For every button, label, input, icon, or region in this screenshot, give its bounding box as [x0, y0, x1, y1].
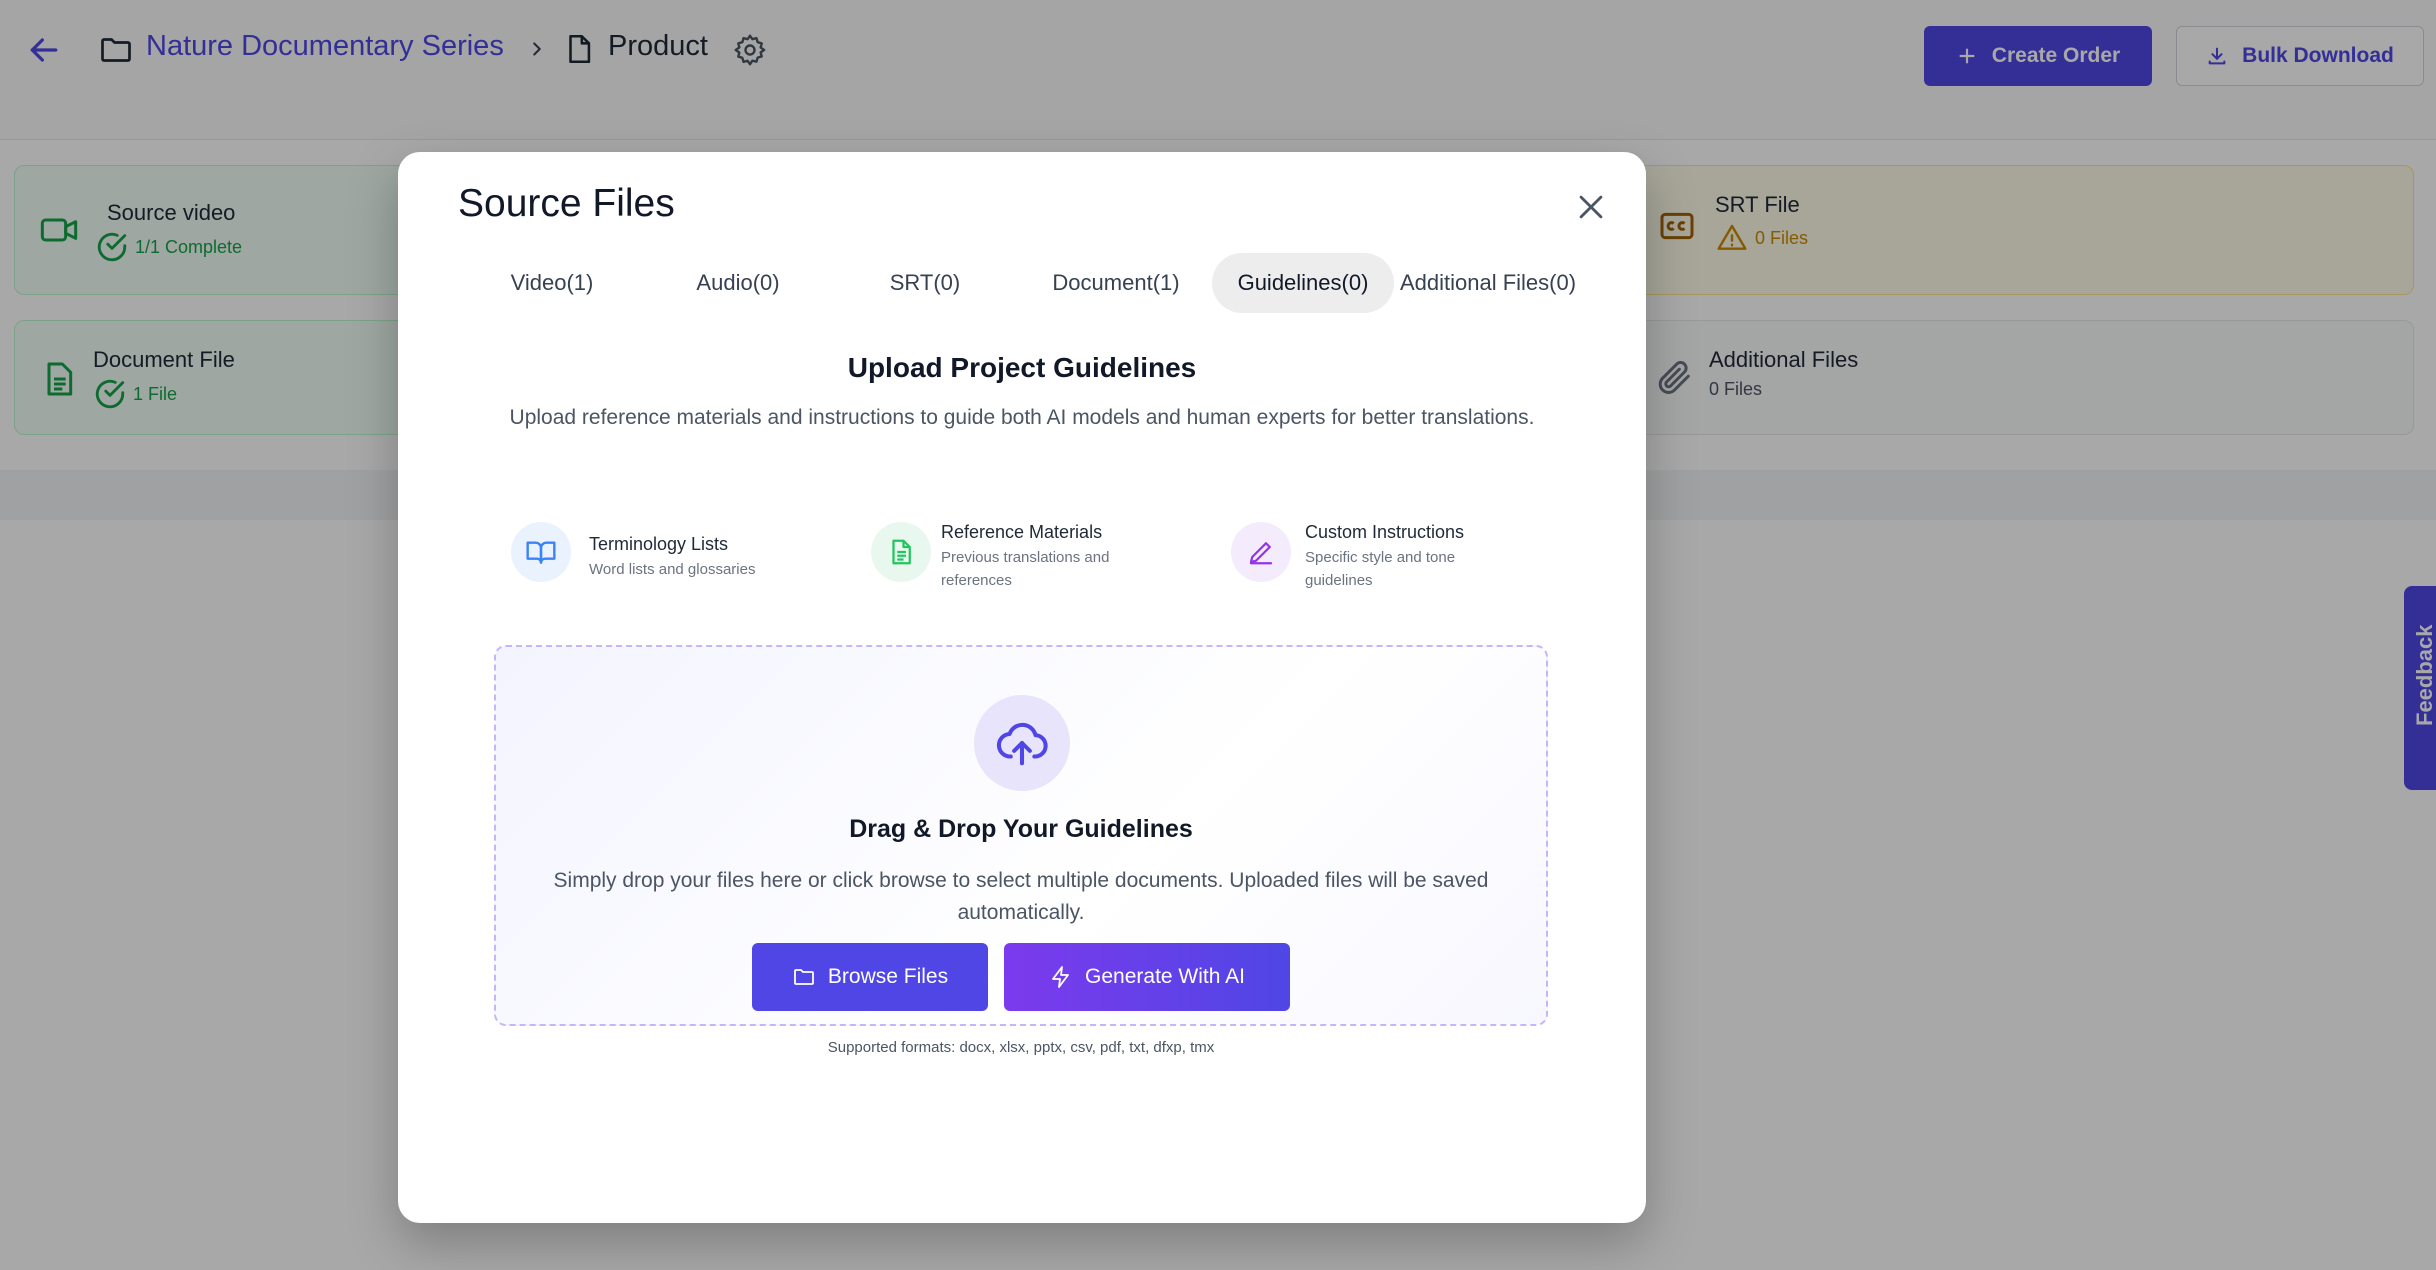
dropzone-description: Simply drop your files here or click bro… — [553, 869, 1489, 924]
feature-custom-instructions: Custom Instructions Specific style and t… — [1231, 522, 1551, 592]
cloud-upload-icon — [996, 722, 1048, 766]
feature-icon-circle — [511, 522, 571, 582]
browse-files-button[interactable]: Browse Files — [752, 943, 988, 1011]
tab-video[interactable]: Video(1) — [454, 253, 650, 313]
tab-audio[interactable]: Audio(0) — [640, 253, 836, 313]
tab-guidelines[interactable]: Guidelines(0) — [1212, 253, 1394, 313]
feature-icon-circle — [1231, 522, 1291, 582]
feature-terminology: Terminology Lists Word lists and glossar… — [511, 522, 831, 592]
upload-title: Upload Project Guidelines — [847, 352, 1197, 383]
document-icon — [892, 539, 911, 565]
feature-title: Terminology Lists — [589, 534, 729, 554]
dropzone-title: Drag & Drop Your Guidelines — [849, 815, 1193, 843]
feature-title: Reference Materials — [941, 522, 1103, 542]
upload-icon-circle — [974, 695, 1070, 791]
generate-with-ai-button[interactable]: Generate With AI — [1004, 943, 1290, 1011]
supported-formats: Supported formats: docx, xlsx, pptx, csv… — [827, 1039, 1215, 1056]
lightning-icon — [1052, 966, 1069, 988]
feature-description: Specific style and tone guidelines — [1305, 549, 1456, 589]
feature-description: Word lists and glossaries — [589, 561, 756, 578]
feature-title: Custom Instructions — [1305, 522, 1465, 542]
generate-with-ai-label: Generate With AI — [1085, 965, 1245, 988]
feature-icon-circle — [871, 522, 931, 582]
upload-description: Upload reference materials and instructi… — [509, 406, 1535, 429]
guidelines-dropzone[interactable]: Drag & Drop Your Guidelines Simply drop … — [494, 645, 1548, 1056]
modal-title: Source Files — [458, 182, 675, 225]
close-icon[interactable] — [1574, 190, 1608, 224]
file-type-tabs: Video(1) Audio(0) SRT(0) Document(1) Gui… — [454, 253, 1584, 313]
folder-icon — [793, 969, 814, 985]
book-open-icon — [526, 541, 556, 564]
pencil-icon — [1249, 542, 1273, 565]
tab-additional-files[interactable]: Additional Files(0) — [1390, 253, 1586, 313]
browse-files-label: Browse Files — [827, 965, 949, 988]
feature-description: Previous translations and references — [941, 549, 1110, 589]
tab-srt[interactable]: SRT(0) — [827, 253, 1023, 313]
source-files-modal: Source Files Video(1) Audio(0) SRT(0) Do… — [398, 152, 1646, 1223]
feature-reference: Reference Materials Previous translation… — [871, 522, 1191, 592]
tab-document[interactable]: Document(1) — [1018, 253, 1214, 313]
